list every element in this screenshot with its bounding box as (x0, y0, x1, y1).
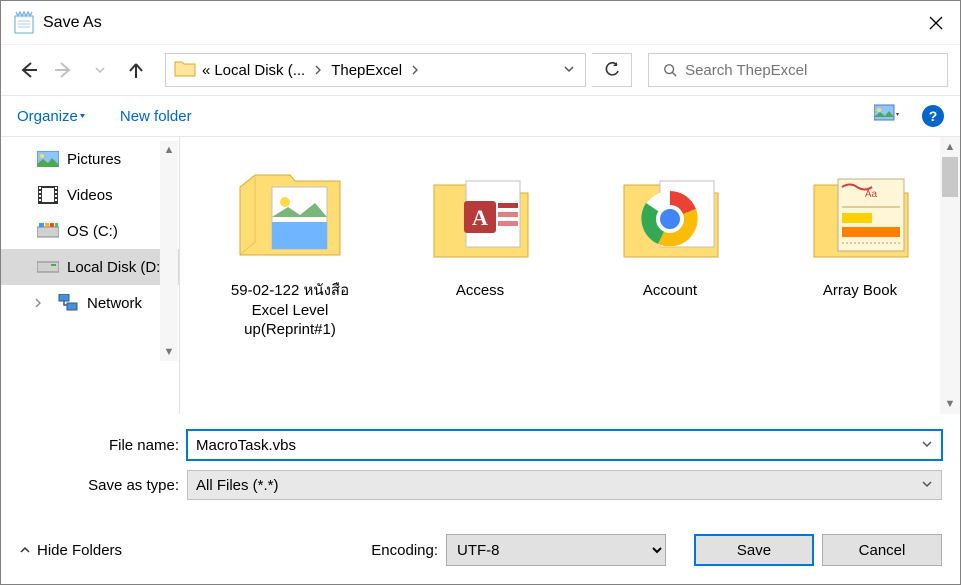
filetype-combobox[interactable]: All Files (*.*) (187, 470, 942, 500)
chevron-right-icon[interactable] (313, 62, 323, 79)
videos-icon (37, 186, 59, 204)
tree-item-pictures[interactable]: Pictures (1, 141, 179, 177)
filetype-value: All Files (*.*) (196, 477, 279, 494)
folder-thumb-icon (210, 157, 370, 277)
pictures-icon (37, 151, 59, 167)
organize-label: Organize (17, 108, 78, 125)
address-bar[interactable]: « Local Disk (... ThepExcel (165, 53, 586, 87)
organize-menu[interactable]: Organize (17, 108, 90, 125)
help-button[interactable]: ? (922, 105, 944, 127)
drive-icon (37, 223, 59, 239)
chevron-up-icon (19, 544, 31, 556)
close-button[interactable] (912, 1, 960, 45)
folder-chrome-icon (590, 157, 750, 277)
save-label: Save (737, 542, 771, 559)
filetype-label: Save as type: (19, 477, 187, 494)
tree-item-label: Videos (67, 187, 113, 204)
new-folder-button[interactable]: New folder (120, 108, 192, 125)
tree-item-os-c[interactable]: OS (C:) (1, 213, 179, 249)
scroll-up-icon[interactable]: ▲ (160, 141, 178, 159)
chevron-down-icon (80, 111, 90, 121)
nav-forward-button[interactable] (49, 55, 79, 85)
nav-history-dropdown[interactable] (85, 55, 115, 85)
tree-item-label: OS (C:) (67, 223, 118, 240)
chevron-down-icon[interactable] (921, 477, 933, 494)
breadcrumb-segment[interactable]: Local Disk (... (214, 62, 305, 79)
item-view: 59-02-122 หนังสือ Excel Level up(Reprint… (179, 137, 960, 414)
notepad-app-icon (13, 11, 35, 34)
folder-tree: Pictures Videos OS (C:) Local Disk (D:) (1, 137, 179, 414)
scroll-down-icon[interactable]: ▼ (160, 343, 178, 361)
items-scrollbar[interactable]: ▲ ▼ (940, 137, 960, 414)
folder-icon (174, 59, 196, 81)
nav-back-button[interactable] (13, 55, 43, 85)
network-icon (57, 294, 79, 312)
hide-folders-button[interactable]: Hide Folders (19, 542, 122, 559)
folder-item[interactable]: Account (590, 157, 750, 340)
scroll-up-icon[interactable]: ▲ (940, 137, 960, 157)
encoding-select[interactable]: UTF-8 (446, 534, 666, 566)
search-box[interactable] (648, 53, 948, 87)
search-icon (663, 62, 677, 78)
breadcrumb-overflow[interactable]: « (202, 62, 210, 79)
chevron-down-icon[interactable] (921, 437, 933, 454)
tree-scrollbar[interactable]: ▲ ▼ (160, 141, 178, 361)
filename-input[interactable] (196, 432, 941, 458)
tree-item-label: Network (87, 295, 142, 312)
svg-text:A: A (472, 205, 488, 230)
address-dropdown[interactable] (553, 62, 585, 79)
folder-item[interactable]: 59-02-122 หนังสือ Excel Level up(Reprint… (210, 157, 370, 340)
chevron-right-icon[interactable] (410, 62, 420, 79)
breadcrumb-segment[interactable]: ThepExcel (331, 62, 402, 79)
folder-label: 59-02-122 หนังสือ Excel Level up(Reprint… (210, 277, 370, 340)
tree-item-label: Local Disk (D:) (67, 259, 165, 276)
filename-label: File name: (19, 437, 187, 454)
save-button[interactable]: Save (694, 534, 814, 566)
scroll-down-icon[interactable]: ▼ (940, 394, 960, 414)
folder-access-icon: A (400, 157, 560, 277)
nav-up-button[interactable] (121, 55, 151, 85)
tree-item-label: Pictures (67, 151, 121, 168)
folder-item[interactable]: Aa Array Book (780, 157, 940, 340)
refresh-button[interactable] (592, 53, 632, 87)
folder-paper-icon: Aa (780, 157, 940, 277)
tree-item-local-disk-d[interactable]: Local Disk (D:) (1, 249, 179, 285)
dialog-title: Save As (43, 14, 102, 32)
folder-label: Array Book (780, 277, 940, 301)
cancel-button[interactable]: Cancel (822, 534, 942, 566)
cancel-label: Cancel (859, 542, 906, 559)
folder-label: Account (590, 277, 750, 301)
folder-label: Access (400, 277, 560, 301)
view-options-button[interactable] (874, 103, 902, 129)
drive-icon (37, 260, 59, 274)
search-input[interactable] (685, 55, 947, 85)
folder-item[interactable]: A Access (400, 157, 560, 340)
hide-folders-label: Hide Folders (37, 542, 122, 559)
tree-item-videos[interactable]: Videos (1, 177, 179, 213)
encoding-label: Encoding: (371, 542, 438, 559)
filename-combobox[interactable] (187, 430, 942, 460)
svg-text:Aa: Aa (865, 189, 878, 200)
tree-item-network[interactable]: Network (1, 285, 179, 321)
expand-icon[interactable] (27, 298, 49, 308)
scrollbar-thumb[interactable] (942, 157, 958, 197)
